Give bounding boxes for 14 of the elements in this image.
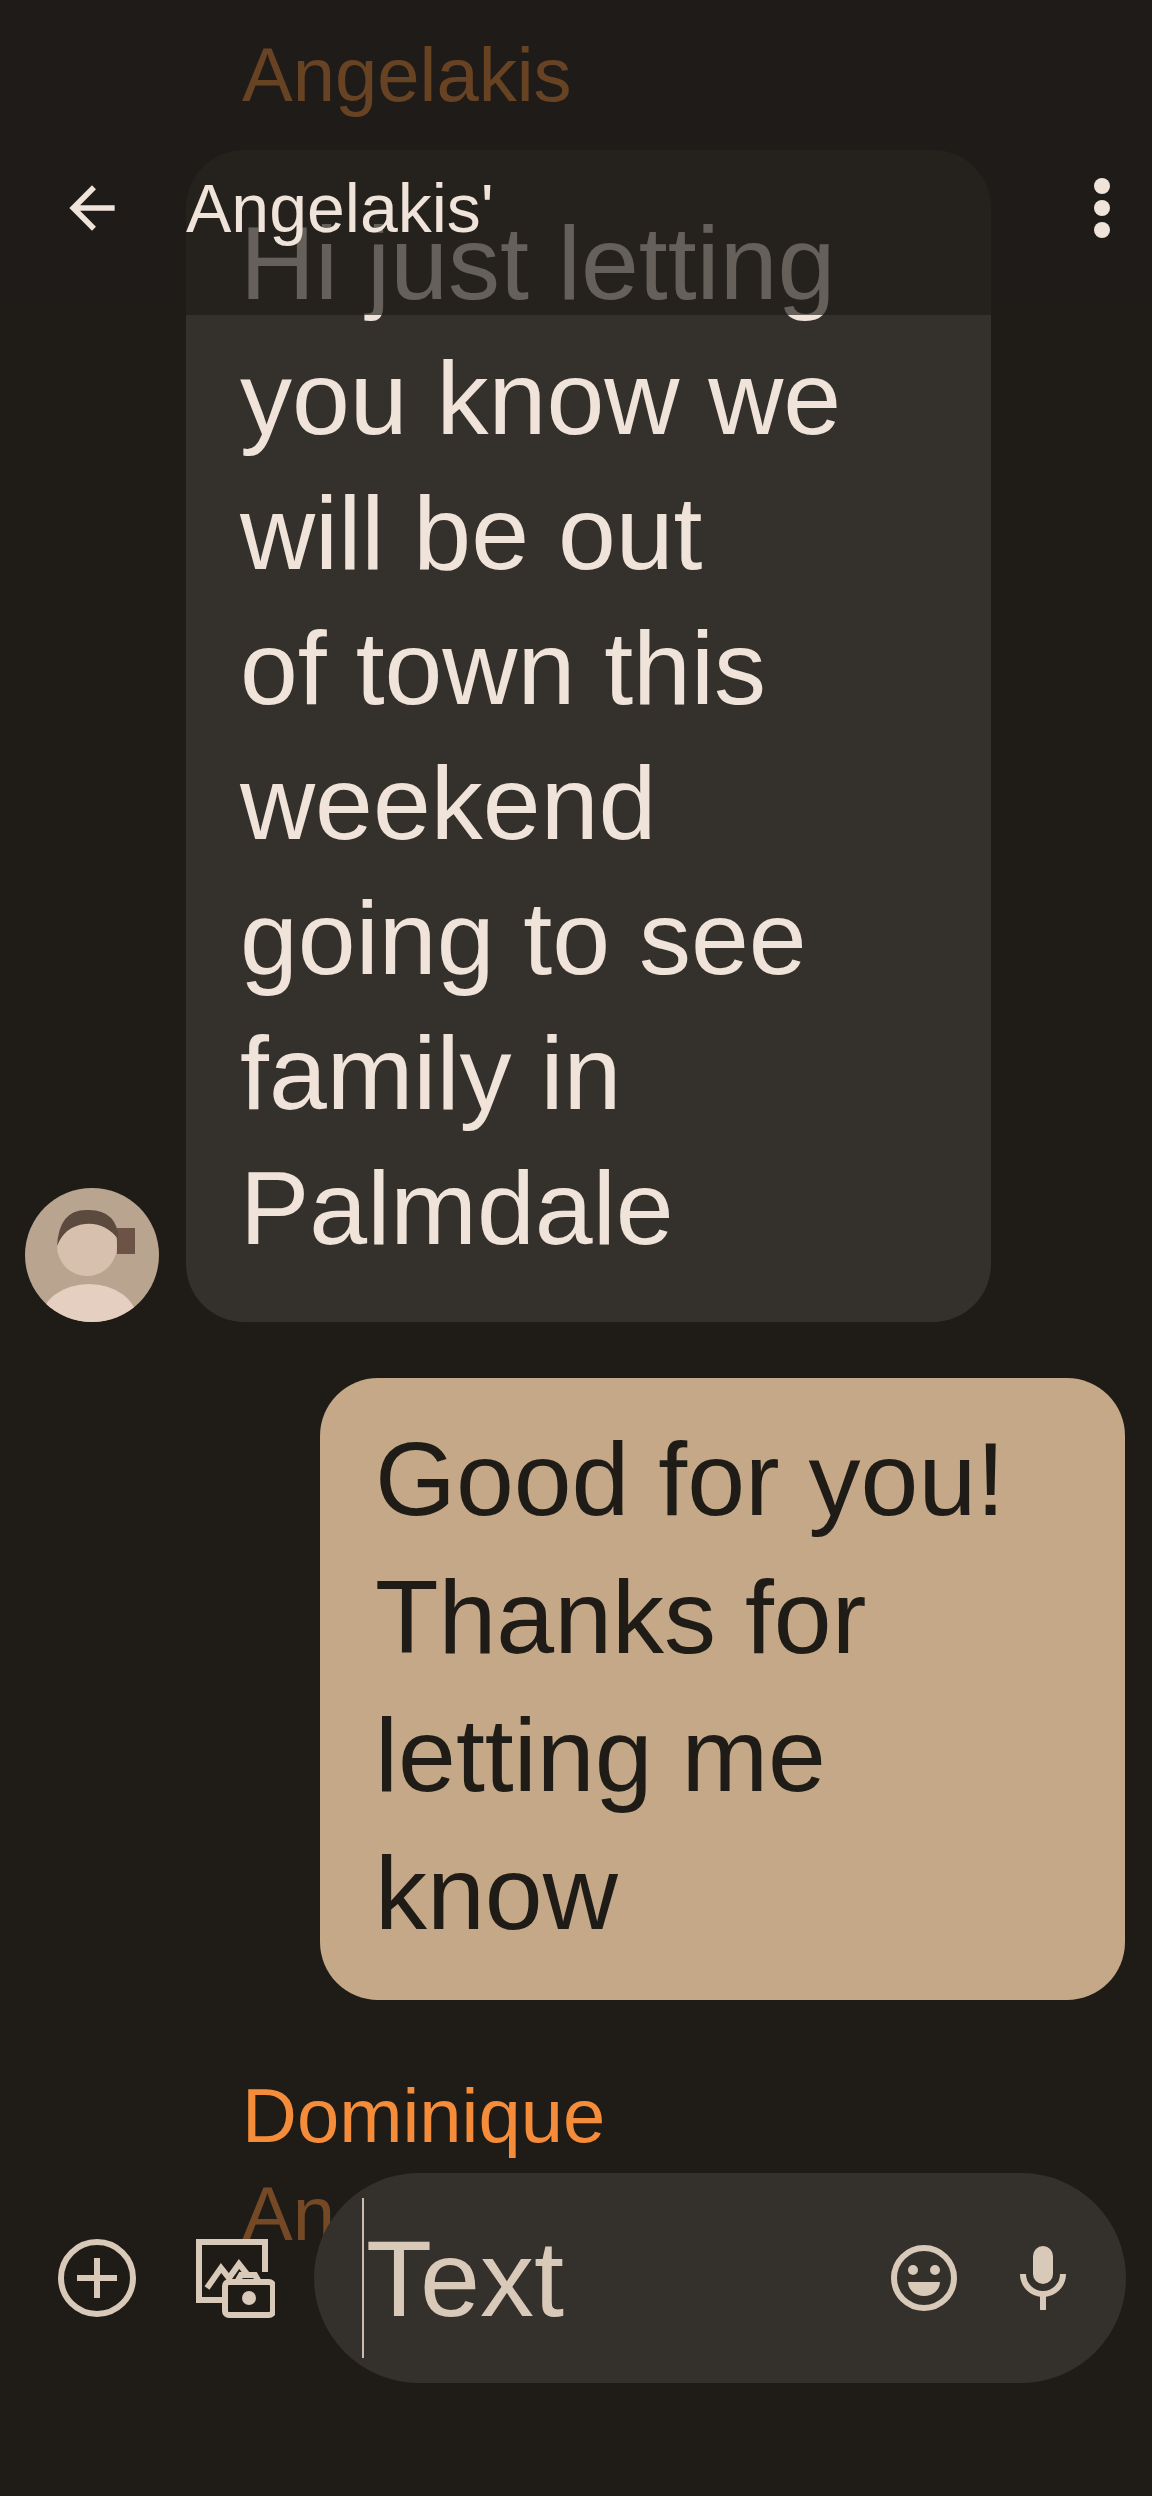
microphone-icon [1018, 2244, 1068, 2312]
image-camera-icon [195, 2238, 275, 2318]
menu-icon [1092, 176, 1112, 239]
more-options-button[interactable] [1092, 176, 1112, 239]
message-bubble: Good for you! Thanks for letting me know [320, 1378, 1125, 2000]
voice-button[interactable] [1018, 2244, 1068, 2312]
add-icon [57, 2238, 137, 2318]
emoji-button[interactable] [890, 2244, 958, 2312]
smiley-icon [890, 2244, 958, 2312]
sender-name: Angelakis [242, 31, 573, 119]
sender-name: Dominique [242, 2072, 607, 2160]
gallery-button[interactable] [195, 2238, 275, 2318]
add-button[interactable] [57, 2238, 137, 2318]
message-field[interactable]: Text [364, 2208, 890, 2348]
